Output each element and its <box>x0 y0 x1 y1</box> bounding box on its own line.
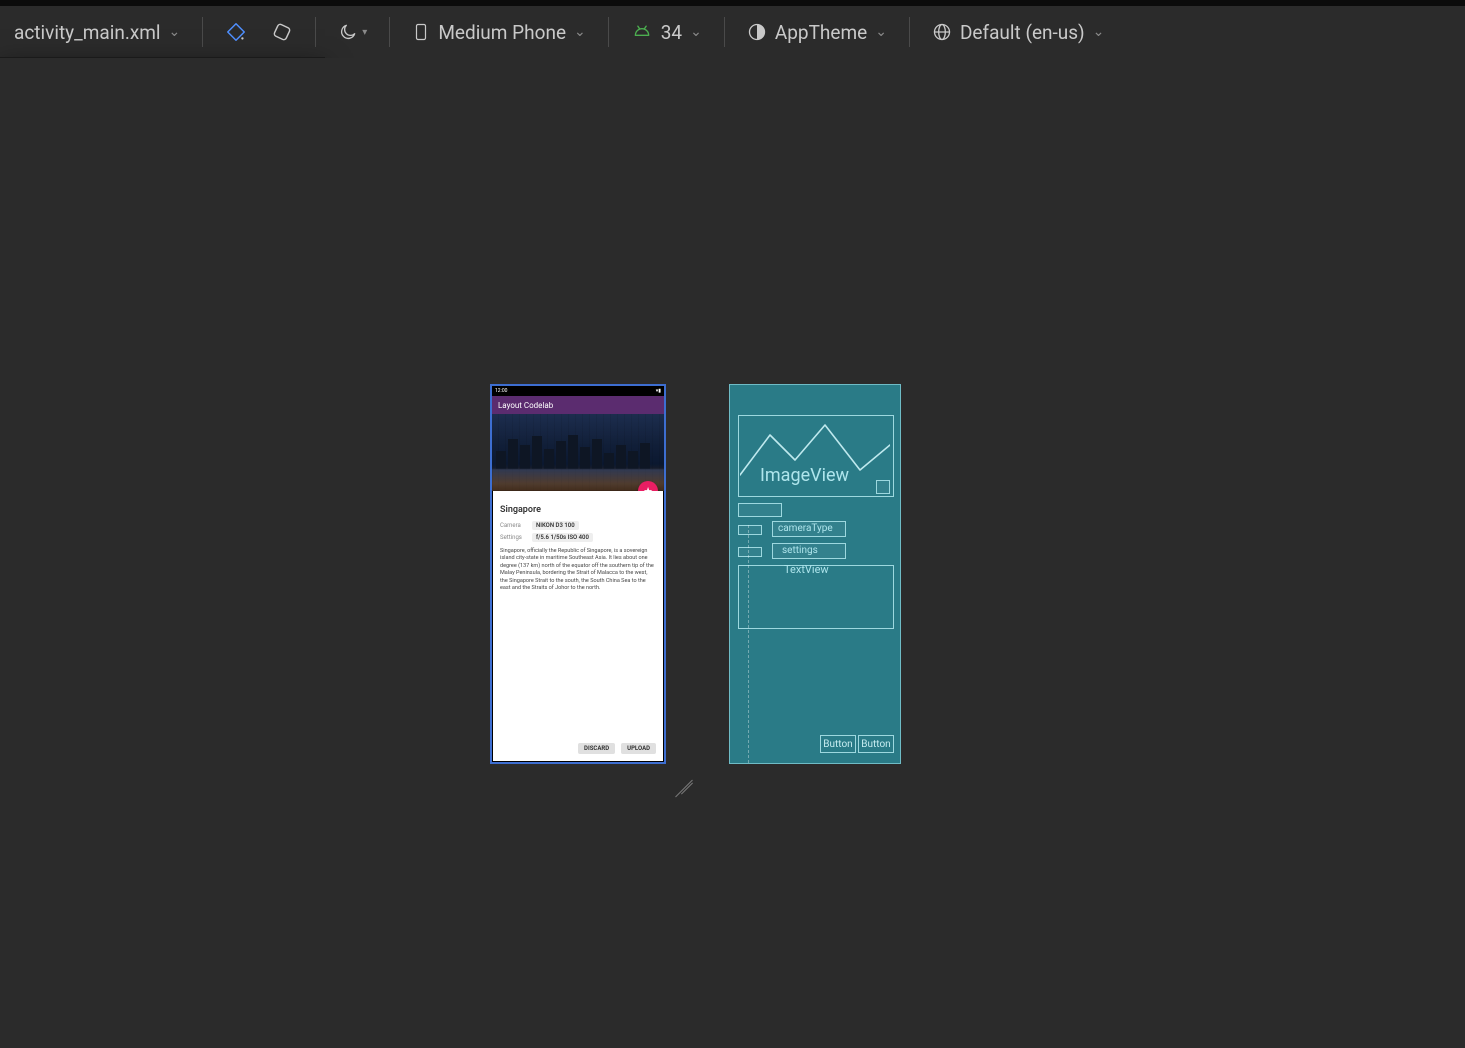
design-canvas[interactable]: 12:00 ▾▮ Layout Codelab ★ Singapore Came… <box>0 58 1465 1048</box>
globe-icon <box>932 22 952 42</box>
bp-imageview-label: ImageView <box>760 465 849 486</box>
design-preview[interactable]: 12:00 ▾▮ Layout Codelab ★ Singapore Came… <box>490 384 666 764</box>
app-bar: Layout Codelab <box>492 396 664 414</box>
discard-button[interactable]: DISCARD <box>578 743 615 754</box>
bp-textview-label: TextView <box>784 563 829 576</box>
chevron-down-icon: ⌄ <box>169 24 181 40</box>
chevron-down-icon: ⌄ <box>690 24 702 40</box>
locale-label: Default (en-us) <box>960 21 1085 44</box>
description-text: Singapore, officially the Republic of Si… <box>500 548 656 593</box>
separator <box>724 17 725 47</box>
device-dropdown[interactable]: Medium Phone ⌄ <box>402 17 595 48</box>
chevron-down-icon: ⌄ <box>875 24 887 40</box>
theme-icon <box>747 22 767 42</box>
locale-dropdown[interactable]: Default (en-us) ⌄ <box>922 17 1114 48</box>
hero-image: ★ <box>492 414 664 491</box>
bp-camera-label: cameraType <box>778 523 833 534</box>
camera-value: NIKON D3 100 <box>532 521 579 530</box>
bp-button-left[interactable]: Button <box>820 735 856 753</box>
rotate-icon <box>271 21 293 43</box>
theme-label: AppTheme <box>775 21 867 44</box>
api-dropdown[interactable]: 34 ⌄ <box>621 17 712 48</box>
settings-value: f/5.6 1/50s ISO 400 <box>532 533 593 542</box>
bp-button-right[interactable]: Button <box>858 735 894 753</box>
separator <box>909 17 910 47</box>
content-area: Singapore Camera NIKON D3 100 Settings f… <box>492 491 664 599</box>
android-icon <box>631 22 653 42</box>
resize-handle[interactable] <box>671 770 697 796</box>
bp-button-right-label: Button <box>861 739 890 750</box>
file-name-label: activity_main.xml <box>14 21 161 44</box>
blueprint-preview[interactable]: ImageView cameraType settings TextView B… <box>729 384 901 764</box>
city-title: Singapore <box>500 505 656 515</box>
phone-icon <box>412 21 430 43</box>
bp-button-left-label: Button <box>823 739 852 750</box>
bp-settings-label-box[interactable] <box>738 547 762 557</box>
bp-guideline[interactable] <box>748 525 749 763</box>
status-time: 12:00 <box>495 388 507 394</box>
status-bar: 12:00 ▾▮ <box>492 386 664 396</box>
theme-dropdown[interactable]: AppTheme ⌄ <box>737 17 897 48</box>
orientation-button[interactable] <box>261 17 303 47</box>
separator <box>202 17 203 47</box>
night-mode-button[interactable]: ▾ <box>328 18 377 46</box>
separator <box>389 17 390 47</box>
chevron-down-icon: ▾ <box>362 27 367 38</box>
bp-settings-label: settings <box>782 545 818 556</box>
api-label: 34 <box>661 21 682 44</box>
chevron-down-icon: ⌄ <box>574 24 586 40</box>
moon-icon <box>338 22 358 42</box>
status-icons: ▾▮ <box>656 388 661 394</box>
chevron-down-icon: ⌄ <box>1093 24 1105 40</box>
button-row: DISCARD UPLOAD <box>578 743 656 754</box>
design-icon <box>225 21 247 43</box>
camera-label: Camera <box>500 522 526 529</box>
file-dropdown[interactable]: activity_main.xml ⌄ <box>4 17 190 48</box>
bp-camera-label-box[interactable] <box>738 525 762 535</box>
device-label: Medium Phone <box>438 21 566 44</box>
upload-button[interactable]: UPLOAD <box>621 743 656 754</box>
settings-label: Settings <box>500 534 526 541</box>
app-title: Layout Codelab <box>498 401 553 410</box>
separator <box>608 17 609 47</box>
bp-corner-handle[interactable] <box>876 480 890 494</box>
design-toolbar: activity_main.xml ⌄ ▾ Medium Phone ⌄ 34 <box>0 0 1465 58</box>
separator <box>315 17 316 47</box>
bp-title-box[interactable] <box>738 503 782 517</box>
design-mode-button[interactable] <box>215 17 257 47</box>
star-icon: ★ <box>643 485 653 492</box>
